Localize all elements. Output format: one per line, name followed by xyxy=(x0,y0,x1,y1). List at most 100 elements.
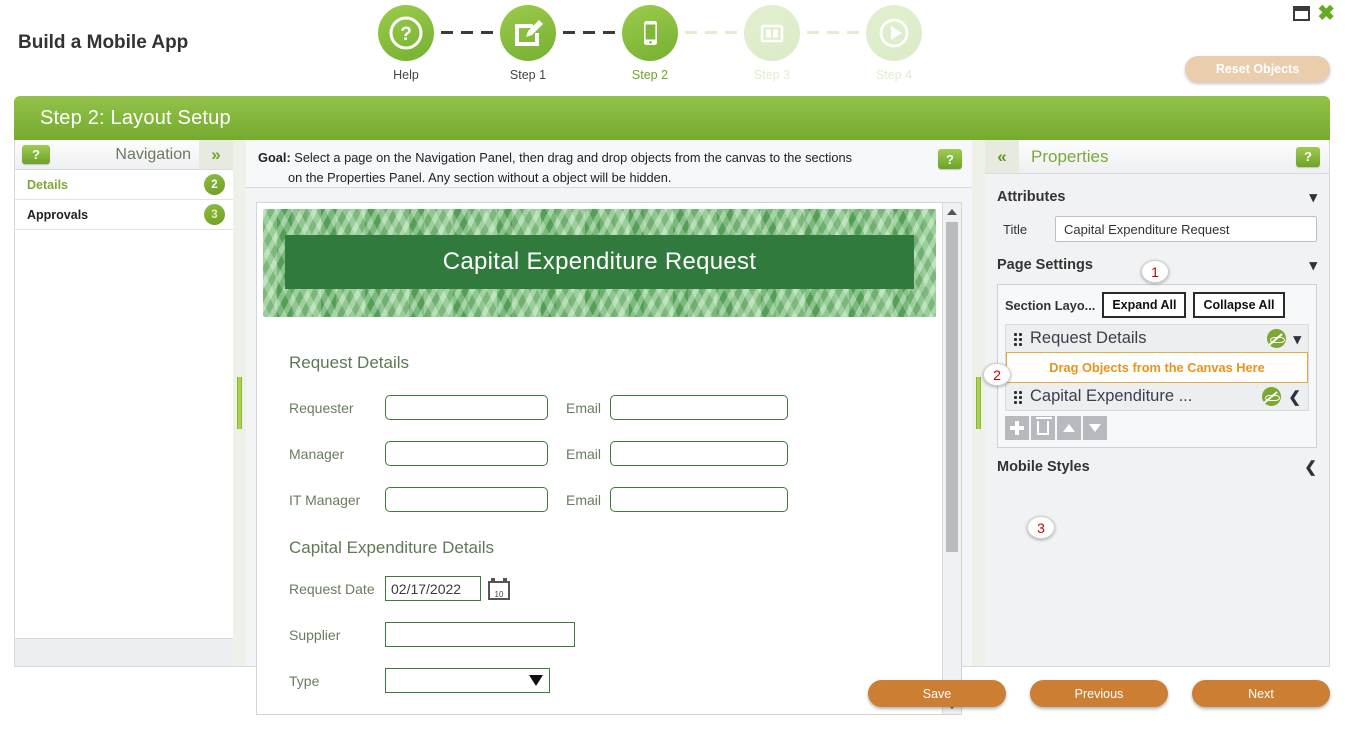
chevron-down-icon[interactable]: ▾ xyxy=(1293,330,1301,348)
next-button[interactable]: Next xyxy=(1192,680,1330,707)
requester-input[interactable] xyxy=(385,395,548,420)
it-manager-email-input[interactable] xyxy=(610,487,788,512)
wizard-connector xyxy=(685,5,737,34)
scroll-track[interactable] xyxy=(943,220,961,697)
properties-panel: « Properties ? Attributes ▾ Title Capita… xyxy=(985,140,1329,666)
sidebar-item-label: Details xyxy=(27,177,68,192)
wizard-connector xyxy=(441,5,493,34)
section-name: Request Details xyxy=(1030,329,1147,347)
wizard-step-2[interactable]: Step 2 xyxy=(619,5,681,82)
manager-email-input[interactable] xyxy=(610,441,788,466)
wizard-step-1[interactable]: Step 1 xyxy=(497,5,559,82)
left-splitter[interactable] xyxy=(233,140,246,666)
chevron-down-icon[interactable]: ▾ xyxy=(1309,256,1317,274)
wizard-step-help[interactable]: ? Help xyxy=(375,5,437,82)
drag-handle-icon[interactable] xyxy=(1013,331,1023,346)
application-window: ✖ Build a Mobile App ? Help Step 1 Step … xyxy=(0,0,1345,731)
chevron-left-icon[interactable]: ❮ xyxy=(1304,458,1317,476)
splitter-grip xyxy=(237,377,242,429)
wizard-step-3: Step 3 xyxy=(741,5,803,82)
footer-actions: Save Previous Next xyxy=(0,680,1345,707)
manager-input[interactable] xyxy=(385,441,548,466)
section-layout-box: Section Layo... Expand All Collapse All … xyxy=(997,284,1317,448)
wizard-connector xyxy=(807,5,859,34)
move-down-icon[interactable] xyxy=(1083,416,1107,440)
sidebar-item-details[interactable]: Details 2 xyxy=(15,170,233,200)
supplier-input[interactable] xyxy=(385,622,575,647)
title-field-input[interactable]: Capital Expenditure Request xyxy=(1055,216,1317,242)
field-label: IT Manager xyxy=(289,491,361,508)
navigation-title: Navigation xyxy=(115,145,191,163)
step-header-title: Step 2: Layout Setup xyxy=(14,96,1330,140)
goal-line-2: on the Properties Panel. Any section wit… xyxy=(288,169,672,185)
chevron-down-icon[interactable]: ▾ xyxy=(1309,188,1317,206)
properties-help-icon[interactable]: ? xyxy=(1296,146,1320,167)
layout-columns-icon xyxy=(744,5,800,61)
wizard-step-label: Step 2 xyxy=(631,68,669,82)
edit-document-icon xyxy=(500,5,556,61)
goal-line-1: Select a page on the Navigation Panel, t… xyxy=(294,150,853,165)
expand-all-button[interactable]: Expand All xyxy=(1102,292,1187,318)
window-controls: ✖ xyxy=(1293,3,1335,24)
title-field-row: Title Capital Expenditure Request xyxy=(997,216,1317,242)
wizard-step-label: Help xyxy=(393,68,419,82)
goal-help-icon[interactable]: ? xyxy=(938,149,962,169)
section-list-item[interactable]: Request Details ▾ xyxy=(1006,325,1308,352)
section-list-item[interactable]: Capital Expenditure ... ❮ xyxy=(1006,383,1308,410)
requester-email-input[interactable] xyxy=(610,395,788,420)
delete-icon[interactable] xyxy=(1031,416,1055,440)
section-layout-toolbar: Section Layo... Expand All Collapse All xyxy=(1005,292,1309,318)
status-badge: 3 xyxy=(204,204,225,225)
save-button[interactable]: Save xyxy=(868,680,1006,707)
properties-title: Properties xyxy=(1031,146,1109,166)
previous-button[interactable]: Previous xyxy=(1030,680,1168,707)
calendar-icon[interactable]: 10 xyxy=(488,577,510,600)
properties-body: Attributes ▾ Title Capital Expenditure R… xyxy=(985,174,1329,666)
goal-prefix: Goal: xyxy=(258,150,291,165)
wizard-step-label: Step 4 xyxy=(875,68,913,82)
canvas-container: Capital Expenditure Request Request Deta… xyxy=(256,202,962,715)
attributes-section-header[interactable]: Attributes ▾ xyxy=(997,184,1317,212)
form-section-heading: Request Details xyxy=(289,353,410,372)
canvas-scrollbar[interactable] xyxy=(942,203,961,714)
scroll-up-button[interactable] xyxy=(947,203,957,220)
chevron-double-left-icon[interactable]: « xyxy=(985,140,1019,173)
annotation-marker-2: 2 xyxy=(983,363,1011,386)
annotation-marker-3: 3 xyxy=(1027,516,1055,539)
collapse-all-button[interactable]: Collapse All xyxy=(1193,292,1285,318)
section-layout-label: Section Layo... xyxy=(1005,297,1096,313)
annotation-marker-1: 1 xyxy=(1141,260,1169,283)
close-icon[interactable]: ✖ xyxy=(1317,3,1335,24)
move-up-icon[interactable] xyxy=(1057,416,1081,440)
navigation-footer xyxy=(15,638,233,666)
svg-text:?: ? xyxy=(400,24,412,45)
section-actions-toolbar xyxy=(1005,416,1309,440)
main-frame: Step 2: Layout Setup ? Navigation » Deta… xyxy=(14,96,1330,715)
wizard-step-label: Step 3 xyxy=(753,68,791,82)
sidebar-item-approvals[interactable]: Approvals 3 xyxy=(15,200,233,230)
mobile-styles-section-header[interactable]: Mobile Styles ❮ xyxy=(997,448,1317,476)
add-icon[interactable] xyxy=(1005,416,1029,440)
it-manager-input[interactable] xyxy=(385,487,548,512)
navigation-help-icon[interactable]: ? xyxy=(22,145,50,164)
goal-bar: Goal: Select a page on the Navigation Pa… xyxy=(246,140,972,188)
reset-objects-button[interactable]: Reset Objects xyxy=(1185,56,1330,82)
drag-handle-icon[interactable] xyxy=(1013,389,1023,404)
drop-zone[interactable]: Drag Objects from the Canvas Here xyxy=(1006,352,1308,383)
eye-slash-icon[interactable] xyxy=(1262,387,1282,406)
eye-slash-icon[interactable] xyxy=(1267,329,1287,348)
field-label: Email xyxy=(566,445,602,462)
scroll-thumb[interactable] xyxy=(946,222,958,552)
request-date-input[interactable]: 02/17/2022 xyxy=(385,576,481,601)
form-banner: Capital Expenditure Request xyxy=(263,209,936,317)
chevron-left-icon[interactable]: ❮ xyxy=(1288,388,1301,406)
chevron-double-right-icon[interactable]: » xyxy=(199,140,233,169)
minimize-icon[interactable] xyxy=(1293,6,1311,21)
form-canvas[interactable]: Capital Expenditure Request Request Deta… xyxy=(257,203,942,714)
right-splitter[interactable] xyxy=(972,140,985,666)
sidebar-item-label: Approvals xyxy=(27,207,89,222)
section-heading: Page Settings xyxy=(997,257,1093,273)
title-field-label: Title xyxy=(1003,221,1028,237)
page-title: Build a Mobile App xyxy=(18,32,189,53)
goal-text: Goal: Select a page on the Navigation Pa… xyxy=(258,148,938,188)
